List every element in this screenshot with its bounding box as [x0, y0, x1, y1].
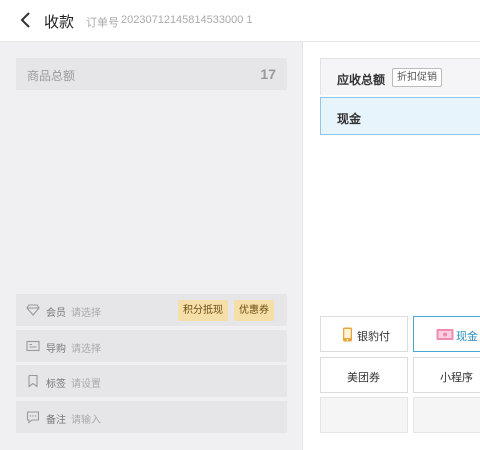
payment-method-button[interactable]: 银豹付	[320, 316, 408, 352]
tag-row[interactable]: 标签 请设置	[16, 365, 287, 397]
amount-due-label: 应收总额	[337, 73, 386, 87]
goods-total-label: 商品总额	[27, 69, 76, 83]
order-number-value: 20230712145814533000 1	[121, 14, 253, 26]
diamond-icon	[26, 304, 40, 316]
member-row[interactable]: 会员 请选择 积分抵现 优惠券	[16, 294, 287, 326]
remark-placeholder[interactable]: 请输入	[71, 411, 101, 426]
payment-method-button[interactable]: 小程序	[413, 357, 480, 393]
points-deduct-button[interactable]: 积分抵现	[178, 300, 228, 321]
back-arrow-icon[interactable]	[16, 10, 36, 30]
goods-total-row: 商品总额 17	[16, 58, 287, 90]
payment-method-label: 小程序	[440, 372, 473, 384]
payment-method-label: 银豹付	[357, 331, 390, 343]
guide-placeholder[interactable]: 请选择	[71, 340, 101, 355]
payment-method-label: 美团券	[347, 372, 380, 384]
coupon-button[interactable]: 优惠券	[234, 300, 274, 321]
member-placeholder[interactable]: 请选择	[71, 304, 101, 319]
tag-label: 标签	[46, 379, 66, 390]
goods-total-count: 17	[260, 66, 276, 82]
page-title: 收款	[44, 14, 75, 31]
order-panel: 商品总额 17 会员 请选择 积分抵现 优惠券 导购 请选择 标签 请设置 备注…	[0, 42, 303, 450]
amount-due-header: 应收总额 折扣促销	[320, 58, 480, 95]
comment-icon	[26, 411, 40, 424]
payment-method-button[interactable]: 现金	[413, 316, 480, 352]
selected-payment-row[interactable]: 现金	[320, 97, 480, 135]
payment-method-label: 现金	[456, 331, 478, 343]
cash-icon	[436, 329, 454, 340]
tag-placeholder[interactable]: 请设置	[71, 375, 101, 390]
bookmark-icon	[28, 374, 38, 388]
payment-panel: 应收总额 折扣促销 现金 银豹付 现金 美团券 小程序	[304, 42, 480, 450]
guide-label: 导购	[46, 344, 66, 355]
id-card-icon	[26, 340, 40, 352]
top-bar: 收款 订单号 20230712145814533000 1	[0, 0, 480, 42]
member-label: 会员	[46, 308, 66, 319]
remark-row[interactable]: 备注 请输入	[16, 401, 287, 433]
order-number-label: 订单号	[86, 17, 119, 29]
remark-label: 备注	[46, 415, 66, 426]
selected-payment-label: 现金	[337, 112, 362, 126]
empty-payment-slot	[413, 397, 480, 433]
phone-pay-icon	[343, 327, 352, 342]
guide-row[interactable]: 导购 请选择	[16, 330, 287, 362]
discount-promo-button[interactable]: 折扣促销	[392, 68, 442, 87]
empty-payment-slot	[320, 397, 408, 433]
payment-method-button[interactable]: 美团券	[320, 357, 408, 393]
